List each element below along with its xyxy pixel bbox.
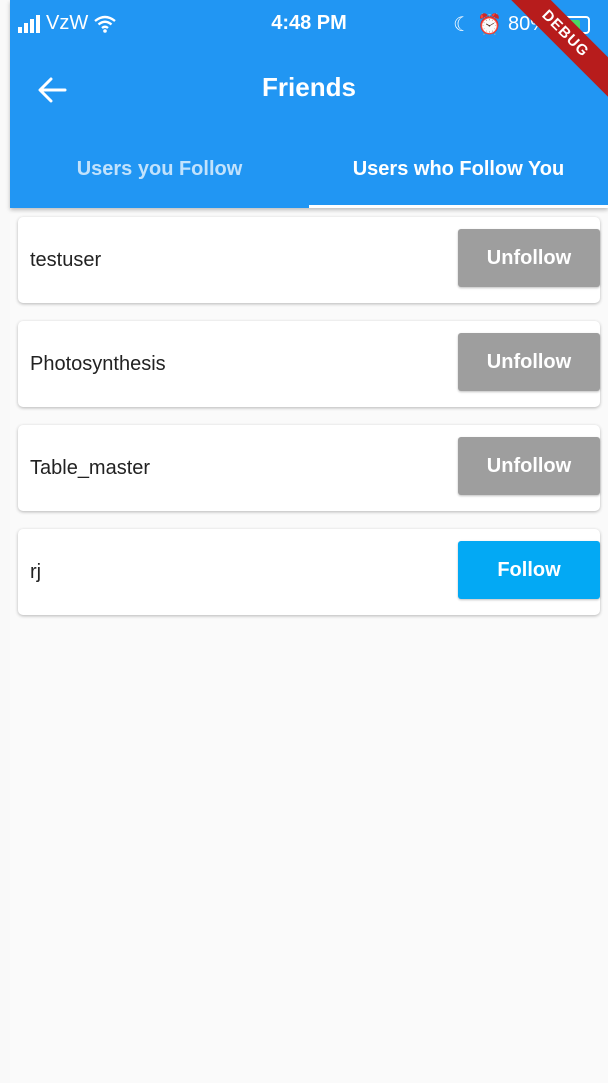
user-name: Table_master	[30, 457, 151, 479]
unfollow-button[interactable]: Unfollow	[458, 229, 600, 287]
tab-users-you-follow[interactable]: Users you Follow	[10, 130, 309, 208]
moon-icon: ☾	[453, 14, 472, 36]
tab-bar: Users you Follow Users who Follow You	[10, 130, 608, 208]
list-item: Table_master Unfollow	[18, 425, 600, 511]
list-item: testuser Unfollow	[18, 217, 600, 303]
user-name: testuser	[30, 249, 102, 271]
unfollow-button[interactable]: Unfollow	[458, 333, 600, 391]
app-bar: VzW 4:48 PM ☾ ⏰ 80% DEBUG Friends Users …	[10, 0, 608, 208]
alarm-icon: ⏰	[477, 14, 502, 36]
follow-button[interactable]: Follow	[458, 541, 600, 599]
list-item: Photosynthesis Unfollow	[18, 321, 600, 407]
page-title: Friends	[262, 72, 356, 102]
user-list: testuser Unfollow Photosynthesis Unfollo…	[18, 217, 600, 633]
list-item: rj Follow	[18, 529, 600, 615]
screen: VzW 4:48 PM ☾ ⏰ 80% DEBUG Friends Users …	[10, 0, 608, 1083]
user-name: Photosynthesis	[30, 353, 166, 375]
user-name: rj	[30, 561, 42, 583]
unfollow-button[interactable]: Unfollow	[458, 437, 600, 495]
tab-users-who-follow-you[interactable]: Users who Follow You	[309, 130, 608, 208]
